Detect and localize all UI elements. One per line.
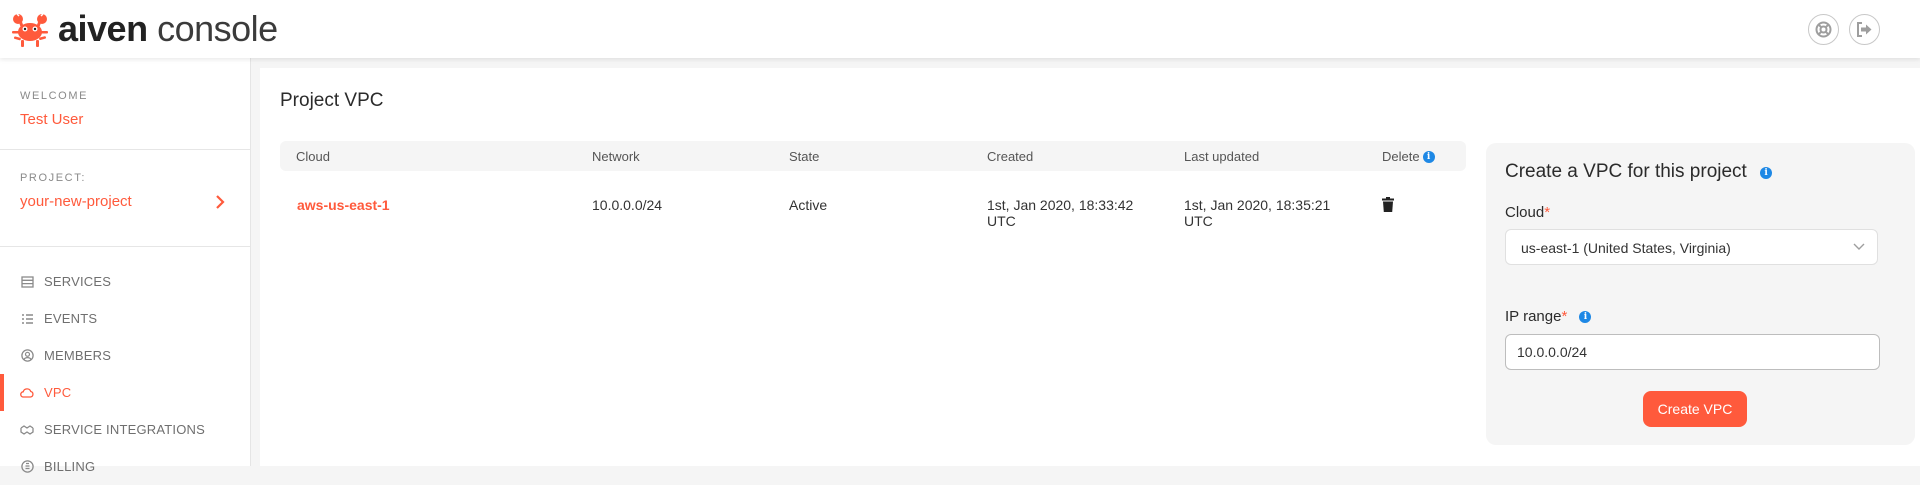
cell-created: 1st, Jan 2020, 18:33:42 UTC — [987, 197, 1184, 229]
logout-icon — [1857, 22, 1872, 37]
welcome-caption: WELCOME — [20, 90, 89, 102]
top-header: aiven console — [0, 0, 1920, 58]
info-icon[interactable] — [1422, 150, 1435, 163]
sidebar-item-label: EVENTS — [44, 311, 98, 326]
project-name[interactable]: your-new-project — [20, 193, 230, 210]
help-icon — [1815, 21, 1832, 38]
updated-datetime: 1st, Jan 2020, 18:35:21 — [1184, 197, 1331, 213]
cell-state: Active — [789, 197, 828, 213]
column-header-state: State — [789, 148, 820, 164]
column-header-network: Network — [592, 148, 640, 164]
panel-title: Create a VPC for this project — [1505, 161, 1773, 183]
create-vpc-panel: Create a VPC for this project Cloud* us-… — [1486, 143, 1915, 445]
page-title: Project VPC — [280, 90, 384, 111]
required-mark: * — [1561, 308, 1568, 325]
cloud-select-value: us-east-1 (United States, Virginia) — [1521, 240, 1731, 256]
aiven-logo[interactable]: aiven console — [10, 9, 278, 49]
sidebar-item-billing[interactable]: BILLING — [0, 448, 250, 485]
info-icon[interactable] — [1579, 311, 1592, 323]
sidebar-item-services[interactable]: SERVICES — [0, 263, 250, 300]
cloud-icon — [20, 386, 34, 400]
panel-title-text: Create a VPC for this project — [1505, 161, 1747, 182]
column-header-created: Created — [987, 148, 1034, 164]
sidebar: WELCOME Test User PROJECT: your-new-proj… — [0, 58, 251, 474]
aiven-crab-icon — [12, 13, 48, 47]
main-content: Project VPC Cloud Network State Created … — [260, 68, 1920, 466]
cell-network: 10.0.0.0/24 — [592, 197, 663, 213]
cloud-label: Cloud* — [1505, 204, 1550, 221]
ip-range-label: IP range* — [1505, 308, 1592, 325]
ip-range-label-text: IP range — [1505, 308, 1562, 325]
info-icon[interactable] — [1760, 167, 1773, 179]
members-icon — [20, 349, 34, 363]
updated-timezone: UTC — [1184, 213, 1213, 229]
welcome-section: WELCOME Test User — [0, 58, 250, 150]
sidebar-item-events[interactable]: EVENTS — [0, 300, 250, 337]
table-header: Cloud Network State Created Last updated… — [280, 141, 1466, 171]
services-icon — [20, 275, 34, 289]
trash-icon[interactable] — [1382, 197, 1394, 212]
sidebar-nav: SERVICES EVENTS MEMBERS VPC SERVICE INTE… — [0, 263, 250, 485]
sidebar-item-vpc[interactable]: VPC — [0, 374, 250, 411]
sidebar-item-members[interactable]: MEMBERS — [0, 337, 250, 374]
sidebar-item-label: MEMBERS — [44, 348, 112, 363]
logout-button[interactable] — [1849, 14, 1880, 45]
project-selector[interactable]: PROJECT: your-new-project — [0, 150, 250, 247]
ip-range-input[interactable] — [1505, 334, 1880, 370]
brand-name: aiven console — [58, 8, 278, 49]
cell-cloud: aws-us-east-1 — [280, 197, 592, 229]
sidebar-item-label: SERVICE INTEGRATIONS — [44, 422, 205, 437]
cell-delete — [1382, 197, 1466, 229]
help-button[interactable] — [1808, 14, 1839, 45]
integrations-icon — [20, 423, 34, 437]
vpc-table: Cloud Network State Created Last updated… — [280, 141, 1466, 229]
cloud-label-text: Cloud — [1505, 204, 1545, 221]
created-datetime: 1st, Jan 2020, 18:33:42 — [987, 197, 1134, 213]
user-name[interactable]: Test User — [20, 111, 230, 128]
project-caption: PROJECT: — [20, 172, 86, 184]
table-row: aws-us-east-1 10.0.0.0/24 Active 1st, Ja… — [280, 171, 1466, 229]
sidebar-item-label: SERVICES — [44, 274, 112, 289]
create-vpc-button[interactable]: Create VPC — [1643, 391, 1747, 427]
chevron-down-icon — [1853, 243, 1865, 250]
column-header-cloud: Cloud — [296, 148, 330, 164]
column-header-delete-label: Delete — [1382, 148, 1420, 164]
sidebar-item-label: VPC — [44, 385, 72, 400]
column-header-delete: Delete — [1382, 149, 1466, 164]
billing-icon — [20, 460, 34, 474]
sidebar-item-service-integrations[interactable]: SERVICE INTEGRATIONS — [0, 411, 250, 448]
events-icon — [20, 312, 34, 326]
cloud-link[interactable]: aws-us-east-1 — [280, 197, 390, 213]
chevron-right-icon[interactable] — [212, 194, 228, 210]
cloud-select[interactable]: us-east-1 (United States, Virginia) — [1505, 229, 1878, 265]
created-timezone: UTC — [987, 213, 1016, 229]
cell-last-updated: 1st, Jan 2020, 18:35:21 UTC — [1184, 197, 1382, 229]
column-header-last-updated: Last updated — [1184, 148, 1260, 164]
sidebar-item-label: BILLING — [44, 459, 96, 474]
required-mark: * — [1544, 204, 1551, 221]
